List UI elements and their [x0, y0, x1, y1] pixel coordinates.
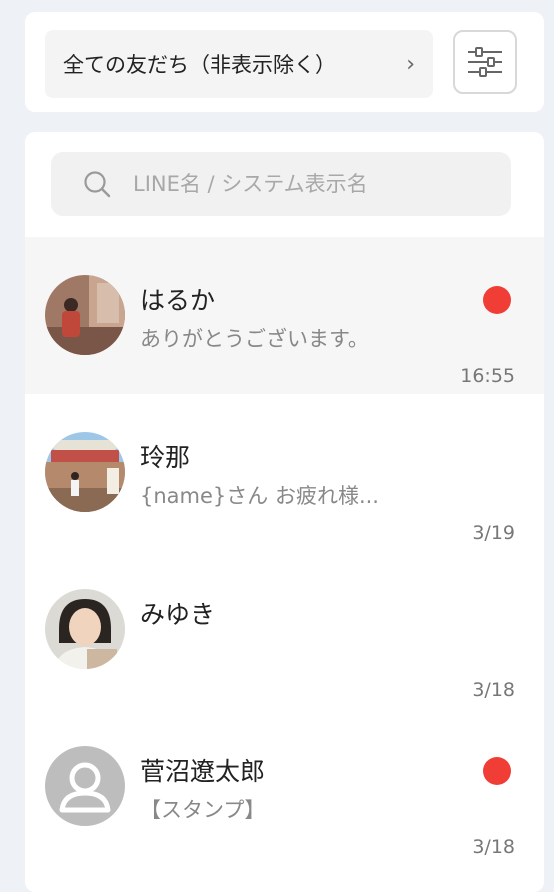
photo-avatar	[45, 275, 125, 355]
default-user-avatar	[45, 746, 125, 826]
search-input[interactable]	[131, 171, 475, 197]
sliders-icon	[468, 47, 502, 77]
friend-filter-dropdown[interactable]: 全ての友だち（非表示除く） ›	[45, 30, 433, 98]
chat-name: みゆき	[140, 600, 216, 629]
chat-row-rena[interactable]: 玲那 {name}さん お疲れ様... 3/19	[25, 394, 544, 551]
search-bar	[51, 152, 511, 216]
chat-time: 16:55	[460, 365, 515, 387]
user-icon	[45, 746, 125, 826]
chat-time: 3/19	[472, 522, 515, 544]
chat-name: はるか	[140, 286, 216, 315]
photo-avatar	[45, 589, 125, 669]
chat-row-miyuki[interactable]: みゆき 3/18	[25, 551, 544, 708]
chat-name: 菅沼遼太郎	[140, 757, 266, 786]
chat-name: 玲那	[140, 443, 191, 472]
unread-badge	[483, 286, 511, 314]
chat-row-haruka[interactable]: はるか ありがとうございます。 16:55	[25, 237, 544, 394]
chat-last-message: 【スタンプ】	[140, 798, 266, 822]
chat-time: 3/18	[472, 679, 515, 701]
chat-list-card: はるか ありがとうございます。 16:55 玲那 {name}さん お疲れ様	[25, 132, 544, 892]
chat-time: 3/18	[472, 836, 515, 858]
filter-settings-button[interactable]	[453, 30, 517, 94]
chat-last-message: {name}さん お疲れ様...	[140, 484, 379, 508]
friend-filter-label: 全ての友だち（非表示除く）	[63, 53, 336, 77]
chat-last-message: ありがとうございます。	[140, 327, 369, 351]
photo-avatar	[45, 432, 125, 512]
chat-row-suganuma[interactable]: 菅沼遼太郎 【スタンプ】 3/18	[25, 708, 544, 865]
filter-card: 全ての友だち（非表示除く） ›	[25, 12, 544, 112]
unread-badge	[483, 757, 511, 785]
search-icon	[84, 171, 111, 198]
chat-list: はるか ありがとうございます。 16:55 玲那 {name}さん お疲れ様..…	[25, 237, 544, 865]
chevron-right-icon: ›	[406, 51, 415, 77]
